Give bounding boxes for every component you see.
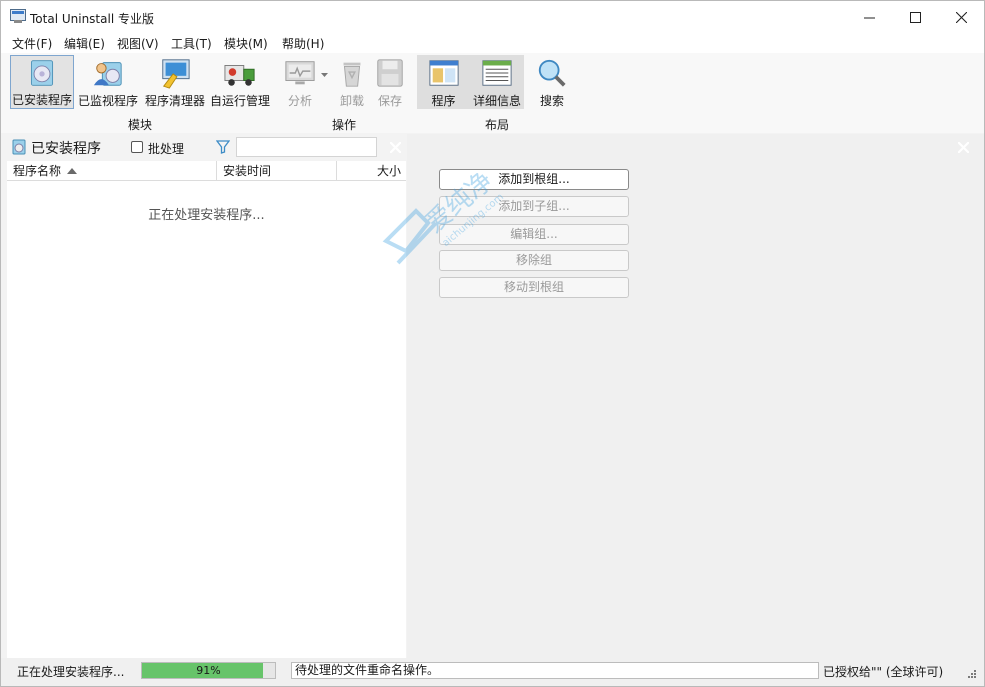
- search-button[interactable]: 搜索: [532, 55, 572, 109]
- analyze-label: 分析: [287, 94, 312, 108]
- column-program-name-label: 程序名称: [13, 164, 62, 178]
- column-install-time-label: 安装时间: [223, 164, 272, 178]
- filter-input[interactable]: [236, 137, 377, 157]
- license-text: 已授权给"" (全球许可): [823, 665, 944, 679]
- left-pane-title: 已安装程序: [31, 141, 101, 157]
- modules-group-label: 模块: [128, 118, 153, 132]
- analyze-monitor-icon: [285, 61, 315, 85]
- details-list-icon: [482, 60, 512, 86]
- menu-file[interactable]: 文件(F): [12, 35, 52, 52]
- monitored-programs-label: 已监视程序: [77, 94, 138, 108]
- column-program-name[interactable]: 程序名称: [7, 161, 217, 181]
- menu-modules[interactable]: 模块(M): [224, 35, 268, 52]
- autorun-manager-button[interactable]: 自运行管理: [209, 55, 271, 109]
- ribbon-toolbar: 已安装程序 已监视程序 程序清理器 自运行管理 分析 卸载 保存 程序 详细信息…: [1, 53, 984, 133]
- menu-help[interactable]: 帮助(H): [282, 35, 324, 52]
- autorun-truck-icon: [224, 65, 255, 86]
- status-message: 待处理的文件重命名操作。: [291, 662, 819, 679]
- analyze-button[interactable]: 分析: [282, 55, 318, 109]
- app-icon: [10, 9, 26, 23]
- status-bar: 正在处理安装程序... 91% 待处理的文件重命名操作。 已授权给"" (全球许…: [1, 658, 984, 686]
- close-button[interactable]: [938, 1, 984, 33]
- search-label: 搜索: [539, 94, 564, 108]
- installed-programs-icon: [30, 60, 54, 86]
- search-icon: [538, 59, 566, 87]
- autorun-manager-label: 自运行管理: [209, 94, 270, 108]
- batch-checkbox[interactable]: [131, 141, 143, 153]
- program-window-icon: [428, 60, 459, 86]
- left-pane-header: 已安装程序 批处理: [1, 134, 406, 160]
- layout-details-label: 详细信息: [472, 94, 521, 108]
- menu-view[interactable]: 视图(V): [117, 35, 159, 52]
- minimize-icon: [863, 17, 875, 18]
- menu-bar: 文件(F) 编辑(E) 视图(V) 工具(T) 模块(M) 帮助(H): [1, 33, 984, 53]
- uninstall-button[interactable]: 卸载: [334, 55, 370, 109]
- filter-icon[interactable]: [216, 140, 230, 154]
- program-cleaner-button[interactable]: 程序清理器: [143, 55, 207, 109]
- layout-details-button[interactable]: 详细信息: [470, 55, 524, 109]
- floppy-disk-icon: [377, 59, 403, 87]
- close-icon: [955, 11, 967, 23]
- right-pane-close-icon[interactable]: [958, 142, 969, 153]
- layout-program-label: 程序: [431, 94, 456, 108]
- programs-list[interactable]: 程序名称 安装时间 大小 正在处理安装程序...: [7, 161, 406, 658]
- minimize-button[interactable]: [846, 1, 892, 33]
- recycle-bin-icon: [343, 62, 361, 87]
- save-label: 保存: [377, 94, 402, 108]
- monitored-programs-button[interactable]: 已监视程序: [77, 55, 139, 109]
- status-left-text: 正在处理安装程序...: [17, 665, 125, 679]
- progress-bar: 91%: [141, 662, 276, 679]
- window-title: Total Uninstall 专业版: [30, 12, 154, 26]
- monitored-programs-icon: [93, 62, 122, 86]
- menu-tools[interactable]: 工具(T): [171, 35, 212, 52]
- layout-group-label: 布局: [485, 118, 510, 132]
- maximize-button[interactable]: [892, 1, 938, 33]
- progress-text: 91%: [196, 664, 221, 677]
- resize-grip-icon[interactable]: [967, 669, 977, 679]
- program-cleaner-label: 程序清理器: [144, 94, 205, 108]
- app-window: Total Uninstall 专业版 文件(F) 编辑(E) 视图(V) 工具…: [0, 0, 985, 687]
- save-button[interactable]: 保存: [372, 55, 408, 109]
- uninstall-label: 卸载: [339, 94, 364, 108]
- installed-programs-button[interactable]: 已安装程序: [10, 55, 74, 109]
- sort-ascending-icon: [67, 168, 77, 174]
- column-install-time[interactable]: 安装时间: [217, 161, 337, 181]
- layout-program-button[interactable]: 程序: [417, 55, 470, 109]
- processing-message: 正在处理安装程序...: [148, 208, 265, 223]
- maximize-icon: [909, 11, 921, 23]
- program-cleaner-icon: [162, 59, 190, 89]
- menu-edit[interactable]: 编辑(E): [64, 35, 105, 52]
- batch-label: 批处理: [148, 142, 185, 156]
- analyze-dropdown-icon[interactable]: [321, 73, 328, 78]
- title-bar: Total Uninstall 专业版: [1, 1, 984, 33]
- watermark-logo: 爱纯净 aichunjing.com: [382, 166, 506, 265]
- operations-group-label: 操作: [332, 118, 357, 132]
- installed-programs-small-icon: [12, 139, 26, 155]
- installed-programs-label: 已安装程序: [11, 93, 72, 107]
